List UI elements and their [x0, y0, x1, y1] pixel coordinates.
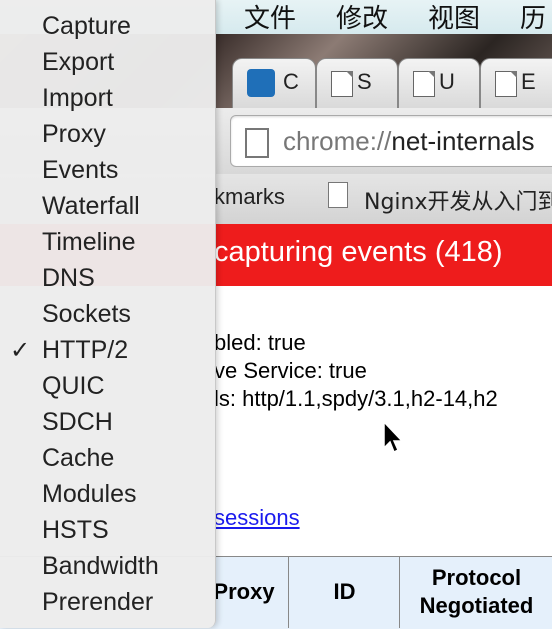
- menu-item-proxy[interactable]: Proxy: [0, 115, 215, 151]
- menu-item-sdch[interactable]: SDCH: [0, 403, 215, 439]
- address-bar[interactable]: chrome://net-internals: [230, 115, 552, 167]
- menu-item-label: DNS: [42, 264, 95, 292]
- tab-label: U: [439, 69, 455, 94]
- tab-label: E: [521, 69, 536, 94]
- menubar-item-file[interactable]: 文件: [244, 0, 296, 35]
- menu-item-modules[interactable]: Modules: [0, 475, 215, 511]
- url-path: net-internals: [391, 126, 535, 156]
- status-line-protocols: ls: http/1.1,spdy/3.1,h2-14,h2: [214, 386, 498, 411]
- mouse-cursor-icon: [383, 420, 404, 454]
- menu-item-capture[interactable]: Capture: [0, 7, 215, 43]
- menu-item-label: Waterfall: [42, 192, 140, 220]
- menu-item-label: HSTS: [42, 516, 109, 544]
- column-header-protocol-negotiated: Protocol Negotiated: [399, 556, 552, 628]
- menu-item-label: SDCH: [42, 408, 113, 436]
- menu-item-label: Sockets: [42, 300, 131, 328]
- menu-item-hsts[interactable]: HSTS: [0, 511, 215, 547]
- page-icon: [245, 128, 269, 158]
- menu-item-http-2[interactable]: ✓ HTTP/2: [0, 331, 215, 367]
- menu-item-label: Prerender: [42, 588, 154, 616]
- menu-item-waterfall[interactable]: Waterfall: [0, 187, 215, 223]
- menu-item-label: Events: [42, 156, 119, 184]
- status-line-service: ve Service: true: [214, 358, 367, 383]
- menu-item-dns[interactable]: DNS: [0, 259, 215, 295]
- menu-item-label: Modules: [42, 480, 137, 508]
- menu-item-prerender[interactable]: Prerender: [0, 583, 215, 619]
- menu-item-label: HTTP/2: [42, 336, 129, 364]
- menu-item-events[interactable]: Events: [0, 151, 215, 187]
- browser-tab[interactable]: U: [398, 58, 480, 109]
- page-icon: [331, 71, 353, 97]
- menu-item-export[interactable]: Export: [0, 43, 215, 79]
- menu-item-quic[interactable]: QUIC: [0, 367, 215, 403]
- menu-item-timeline[interactable]: Timeline: [0, 223, 215, 259]
- menu-item-import[interactable]: Import: [0, 79, 215, 115]
- menubar-item-edit[interactable]: 修改: [336, 0, 388, 35]
- page-icon: [413, 71, 435, 97]
- tab-label: S: [357, 69, 372, 94]
- menu-item-sockets[interactable]: Sockets: [0, 295, 215, 331]
- menu-item-label: Bandwidth: [42, 552, 159, 580]
- menubar-item-view[interactable]: 视图: [428, 0, 480, 35]
- menu-item-label: Proxy: [42, 120, 106, 148]
- page-icon: [495, 71, 517, 97]
- banner-text: capturing events (418): [214, 236, 503, 268]
- menu-item-label: Export: [42, 48, 115, 76]
- menu-item-label: Timeline: [42, 228, 136, 256]
- menu-item-cache[interactable]: Cache: [0, 439, 215, 475]
- view-dropdown-menu: Capture Export Import Proxy Events Waterfall T…: [0, 0, 216, 628]
- bookmark-item[interactable]: Nginx开发从入门到: [364, 184, 552, 216]
- bookmarks-label[interactable]: kmarks: [214, 184, 285, 210]
- browser-tab[interactable]: S: [316, 58, 398, 109]
- page-icon: [328, 182, 348, 208]
- column-header-id: ID: [288, 556, 400, 628]
- menu-item-bandwidth[interactable]: Bandwidth: [0, 547, 215, 583]
- browser-tab[interactable]: E: [480, 58, 552, 109]
- browser-tab[interactable]: C: [232, 58, 316, 109]
- chrome-logo-icon: [247, 69, 275, 97]
- url-scheme: chrome://: [283, 126, 392, 156]
- menu-item-label: Import: [42, 84, 113, 112]
- status-line-enabled: bled: true: [214, 330, 306, 355]
- menu-item-label: Cache: [42, 444, 115, 472]
- tab-label: C: [283, 69, 299, 94]
- menu-item-label: Capture: [42, 12, 131, 40]
- checkmark-icon: ✓: [10, 337, 31, 364]
- menu-item-label: QUIC: [42, 372, 105, 400]
- menubar-item-history[interactable]: 历: [520, 0, 546, 35]
- address-bar-url: chrome://net-internals: [283, 126, 534, 157]
- sessions-link[interactable]: sessions: [214, 505, 300, 531]
